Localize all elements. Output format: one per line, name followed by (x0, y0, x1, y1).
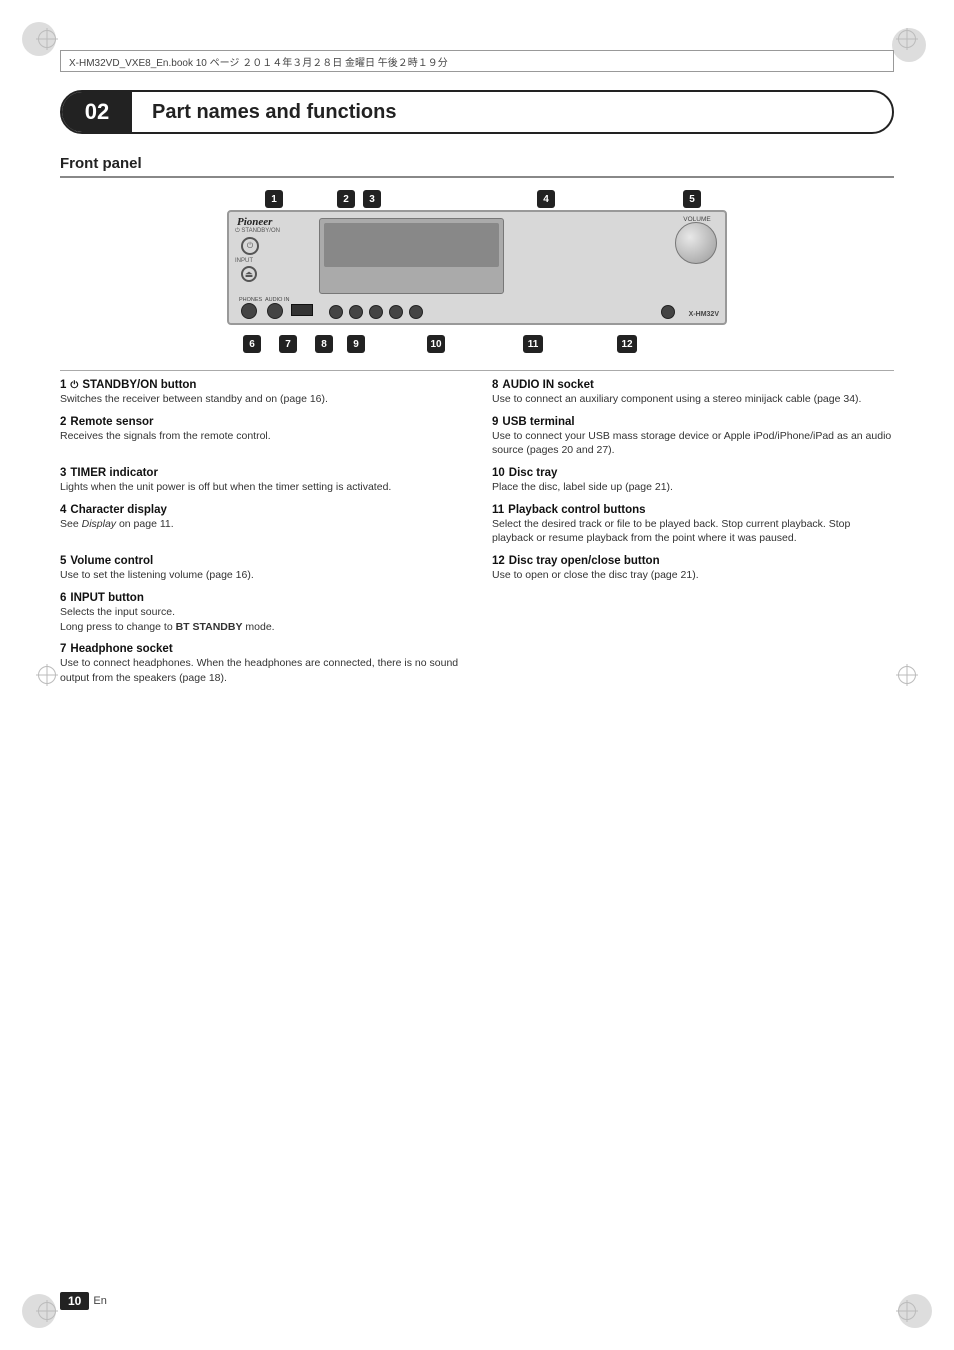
desc-title-7: 7 Headphone socket (60, 643, 462, 655)
desc-title-11: 11 Playback control buttons (492, 504, 894, 516)
phones-label: PHONES (239, 297, 262, 303)
reg-mark-mr (896, 664, 918, 686)
desc-title-10: 10 Disc tray (492, 467, 894, 479)
standby-label: ⏻ STANDBY/ON (235, 228, 280, 235)
callout-10: 10 (427, 335, 445, 353)
brand-pioneer: Pioneer (237, 216, 272, 228)
callout-1: 1 (265, 190, 283, 208)
desc-item-7: 7 Headphone socket Use to connect headph… (60, 643, 462, 685)
device-illustration: 1 2 3 4 5 Pioneer ⏻ STANDBY/ON ⏻ INPUT ⏏… (227, 188, 727, 353)
desc-title-4: 4 Character display (60, 504, 462, 516)
callout-2: 2 (337, 190, 355, 208)
input-label: INPUT (235, 258, 253, 264)
callout-5: 5 (683, 190, 701, 208)
callout-6: 6 (243, 335, 261, 353)
header-bar: X-HM32VD_VXE8_En.book 10 ページ ２０１４年３月２８日 … (60, 50, 894, 72)
reg-mark-ml (36, 664, 58, 686)
desc-item-10: 10 Disc tray Place the disc, label side … (492, 467, 894, 495)
desc-title-5: 5 Volume control (60, 555, 462, 567)
input-icon: ⏏ (241, 266, 257, 282)
desc-item-empty-6r (492, 592, 894, 634)
desc-item-6: 6 INPUT button Selects the input source.… (60, 592, 462, 634)
desc-item-2: 2 Remote sensor Receives the signals fro… (60, 416, 462, 458)
character-display (319, 218, 504, 294)
reg-dot-br (898, 1294, 932, 1328)
desc-item-12: 12 Disc tray open/close button Use to op… (492, 555, 894, 583)
desc-title-2: 2 Remote sensor (60, 416, 462, 428)
desc-item-1: 1 ⏻ STANDBY/ON button Switches the recei… (60, 379, 462, 407)
desc-title-8: 8 AUDIO IN socket (492, 379, 894, 391)
pb-btn-next-next (349, 305, 363, 319)
desc-title-1: 1 ⏻ STANDBY/ON button (60, 379, 462, 391)
descriptions-section: 1 ⏻ STANDBY/ON button Switches the recei… (60, 370, 894, 695)
disc-open-btn (661, 305, 675, 319)
page-footer: 10 En (60, 1292, 107, 1310)
reg-dot-bl (22, 1294, 56, 1328)
volume-knob (675, 222, 717, 264)
audio-in-label: AUDIO IN (265, 297, 289, 303)
callout-7: 7 (279, 335, 297, 353)
playback-buttons (329, 305, 423, 319)
pb-btn-prev-prev (329, 305, 343, 319)
desc-title-12: 12 Disc tray open/close button (492, 555, 894, 567)
pb-btn-stop (389, 305, 403, 319)
section-divider (60, 370, 894, 371)
front-panel-title: Front panel (60, 155, 894, 178)
page-number: 10 (60, 1292, 89, 1310)
standby-circle: ⏻ (241, 237, 259, 255)
page-lang: En (93, 1295, 106, 1307)
chapter-header: 02 Part names and functions (60, 90, 894, 134)
pb-btn-play (369, 305, 383, 319)
usb-port (291, 304, 313, 316)
desc-item-4: 4 Character display See Display on page … (60, 504, 462, 546)
file-info: X-HM32VD_VXE8_En.book 10 ページ ２０１４年３月２８日 … (69, 54, 448, 69)
callout-9: 9 (347, 335, 365, 353)
device-body: Pioneer ⏻ STANDBY/ON ⏻ INPUT ⏏ VOLUME PH… (227, 210, 727, 325)
desc-item-5: 5 Volume control Use to set the listenin… (60, 555, 462, 583)
model-text: X-HM32V (689, 311, 719, 318)
desc-title-6: 6 INPUT button (60, 592, 462, 604)
callout-12: 12 (617, 335, 637, 353)
front-panel-section: Front panel 1 2 3 4 5 Pioneer ⏻ STANDBY/… (60, 155, 894, 353)
callout-4: 4 (537, 190, 555, 208)
callout-11: 11 (523, 335, 543, 353)
callout-3: 3 (363, 190, 381, 208)
audio-in-jack (267, 303, 283, 319)
callout-8: 8 (315, 335, 333, 353)
pb-btn-extra (409, 305, 423, 319)
desc-item-8: 8 AUDIO IN socket Use to connect an auxi… (492, 379, 894, 407)
desc-title-9: 9 USB terminal (492, 416, 894, 428)
desc-item-3: 3 TIMER indicator Lights when the unit p… (60, 467, 462, 495)
desc-title-3: 3 TIMER indicator (60, 467, 462, 479)
reg-dot-tr (892, 28, 926, 62)
reg-dot-tl (22, 22, 56, 56)
chapter-number: 02 (62, 92, 132, 132)
desc-columns: 1 ⏻ STANDBY/ON button Switches the recei… (60, 379, 894, 695)
chapter-title: Part names and functions (152, 101, 397, 124)
desc-item-9: 9 USB terminal Use to connect your USB m… (492, 416, 894, 458)
headphone-jack (241, 303, 257, 319)
desc-item-11: 11 Playback control buttons Select the d… (492, 504, 894, 546)
